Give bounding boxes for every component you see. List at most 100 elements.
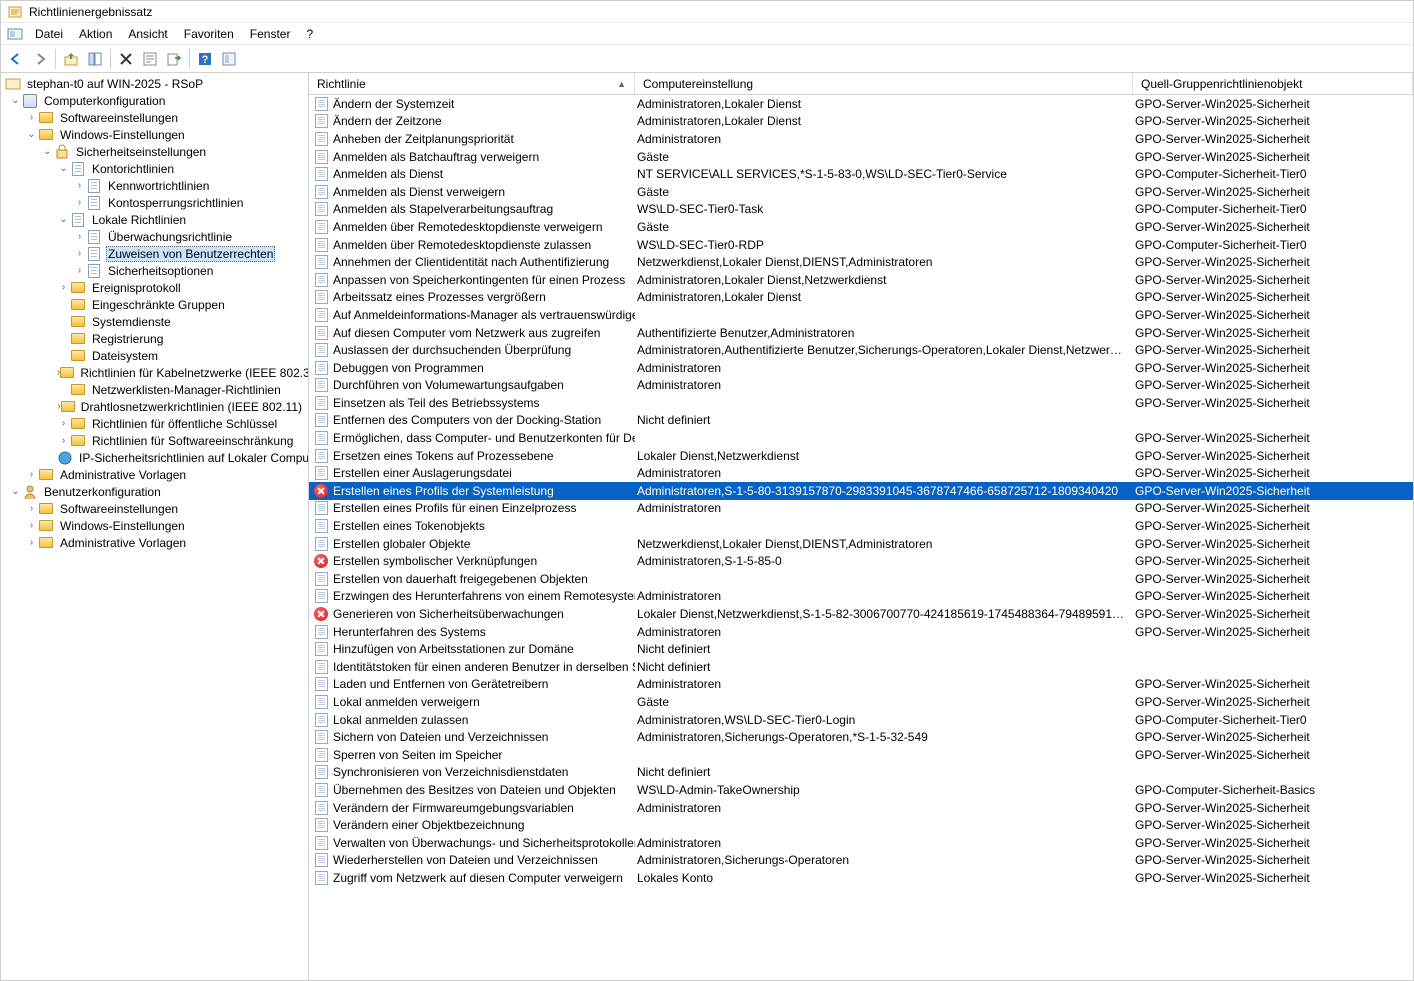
list-row[interactable]: Identitätstoken für einen anderen Benutz…: [309, 658, 1413, 676]
tree-item[interactable]: ⌄ Windows-Einstellungen: [1, 126, 308, 143]
column-header-gpo[interactable]: Quell-Gruppenrichtlinienobjekt: [1133, 73, 1413, 94]
list-row[interactable]: Annehmen der Clientidentität nach Authen…: [309, 253, 1413, 271]
list-row[interactable]: Anmelden als Batchauftrag verweigernGäst…: [309, 148, 1413, 166]
tree-user-rights[interactable]: › Zuweisen von Benutzerrechten: [1, 245, 308, 262]
tree-item[interactable]: › Softwareeinstellungen: [1, 500, 308, 517]
tree-item[interactable]: › Überwachungsrichtlinie: [1, 228, 308, 245]
list-row[interactable]: Erstellen eines Profils für einen Einzel…: [309, 500, 1413, 518]
tree-item[interactable]: ⌄ Lokale Richtlinien: [1, 211, 308, 228]
collapse-icon[interactable]: ⌄: [41, 146, 54, 157]
expand-icon[interactable]: ›: [25, 112, 38, 123]
collapse-icon[interactable]: ⌄: [9, 95, 22, 106]
tree-item[interactable]: Registrierung: [1, 330, 308, 347]
list-row[interactable]: Verwalten von Überwachungs- und Sicherhe…: [309, 834, 1413, 852]
tree-item[interactable]: IP-Sicherheitsrichtlinien auf Lokaler Co…: [1, 449, 308, 466]
delete-button[interactable]: [115, 48, 137, 70]
expand-icon[interactable]: ›: [73, 197, 86, 208]
refresh-button[interactable]: [218, 48, 240, 70]
tree-computer-config[interactable]: ⌄ Computerkonfiguration: [1, 92, 308, 109]
menu-aktion[interactable]: Aktion: [71, 25, 120, 43]
tree-item[interactable]: › Richtlinien für öffentliche Schlüssel: [1, 415, 308, 432]
tree-item[interactable]: › Administrative Vorlagen: [1, 534, 308, 551]
menu-hilfe[interactable]: ?: [298, 25, 321, 43]
list-row[interactable]: Sperren von Seiten im SpeicherGPO-Server…: [309, 746, 1413, 764]
list-row[interactable]: Anmelden als StapelverarbeitungsauftragW…: [309, 201, 1413, 219]
export-button[interactable]: [163, 48, 185, 70]
list-row[interactable]: Arbeitssatz eines Prozesses vergrößernAd…: [309, 289, 1413, 307]
list-row[interactable]: Entfernen des Computers von der Docking-…: [309, 412, 1413, 430]
list-row[interactable]: Erstellen eines TokenobjektsGPO-Server-W…: [309, 517, 1413, 535]
expand-icon[interactable]: ›: [73, 265, 86, 276]
list-row[interactable]: Hinzufügen von Arbeitsstationen zur Domä…: [309, 640, 1413, 658]
collapse-icon[interactable]: ⌄: [57, 163, 70, 174]
list-row[interactable]: Anmelden als DienstNT SERVICE\ALL SERVIC…: [309, 165, 1413, 183]
back-button[interactable]: [5, 48, 27, 70]
tree-item[interactable]: › Windows-Einstellungen: [1, 517, 308, 534]
list-row[interactable]: Übernehmen des Besitzes von Dateien und …: [309, 781, 1413, 799]
list-row[interactable]: Auf Anmeldeinformations-Manager als vert…: [309, 306, 1413, 324]
tree-item[interactable]: › Kennwortrichtlinien: [1, 177, 308, 194]
list-row[interactable]: Sichern von Dateien und VerzeichnissenAd…: [309, 728, 1413, 746]
expand-icon[interactable]: ›: [73, 231, 86, 242]
list-row[interactable]: Erstellen einer AuslagerungsdateiAdminis…: [309, 464, 1413, 482]
tree-item[interactable]: › Richtlinien für Softwareeinschränkung: [1, 432, 308, 449]
tree-item[interactable]: › Drahtlosnetzwerkrichtlinien (IEEE 802.…: [1, 398, 308, 415]
collapse-icon[interactable]: ⌄: [25, 129, 38, 140]
collapse-icon[interactable]: ⌄: [57, 214, 70, 225]
tree-item[interactable]: › Kontosperrungsrichtlinien: [1, 194, 308, 211]
list-row[interactable]: Anpassen von Speicherkontingenten für ei…: [309, 271, 1413, 289]
list-row[interactable]: Einsetzen als Teil des BetriebssystemsGP…: [309, 394, 1413, 412]
expand-icon[interactable]: ›: [25, 469, 38, 480]
list-row[interactable]: Synchronisieren von Verzeichnisdienstdat…: [309, 764, 1413, 782]
list-pane[interactable]: Richtlinie ▲ Computereinstellung Quell-G…: [309, 73, 1413, 980]
menu-datei[interactable]: Datei: [27, 25, 71, 43]
menu-fenster[interactable]: Fenster: [242, 25, 299, 43]
tree-item[interactable]: Eingeschränkte Gruppen: [1, 296, 308, 313]
tree-item[interactable]: Dateisystem: [1, 347, 308, 364]
expand-icon[interactable]: ›: [57, 435, 70, 446]
list-row[interactable]: Lokal anmelden verweigernGästeGPO-Server…: [309, 693, 1413, 711]
list-row[interactable]: Zugriff vom Netzwerk auf diesen Computer…: [309, 869, 1413, 887]
tree-item[interactable]: › Softwareeinstellungen: [1, 109, 308, 126]
list-row[interactable]: Anmelden als Dienst verweigernGästeGPO-S…: [309, 183, 1413, 201]
list-row[interactable]: Anheben der ZeitplanungsprioritätAdminis…: [309, 130, 1413, 148]
expand-icon[interactable]: ›: [25, 520, 38, 531]
list-row[interactable]: Erstellen von dauerhaft freigegebenen Ob…: [309, 570, 1413, 588]
list-row[interactable]: Debuggen von ProgrammenAdministratorenGP…: [309, 359, 1413, 377]
list-row[interactable]: Generieren von SicherheitsüberwachungenL…: [309, 605, 1413, 623]
expand-icon[interactable]: ›: [73, 180, 86, 191]
list-row[interactable]: Verändern der Firmwareumgebungsvariablen…: [309, 799, 1413, 817]
list-row[interactable]: Erstellen symbolischer VerknüpfungenAdmi…: [309, 552, 1413, 570]
list-row[interactable]: Erstellen eines Profils der Systemleistu…: [309, 482, 1413, 500]
tree-item[interactable]: › Ereignisprotokoll: [1, 279, 308, 296]
tree-item[interactable]: Netzwerklisten-Manager-Richtlinien: [1, 381, 308, 398]
tree-item[interactable]: ⌄ Kontorichtlinien: [1, 160, 308, 177]
help-button[interactable]: ?: [194, 48, 216, 70]
tree-item[interactable]: › Richtlinien für Kabelnetzwerke (IEEE 8…: [1, 364, 308, 381]
tree-item[interactable]: › Administrative Vorlagen: [1, 466, 308, 483]
list-row[interactable]: Durchführen von VolumewartungsaufgabenAd…: [309, 377, 1413, 395]
list-row[interactable]: Laden und Entfernen von GerätetreibernAd…: [309, 676, 1413, 694]
expand-icon[interactable]: ›: [25, 537, 38, 548]
properties-button[interactable]: [139, 48, 161, 70]
list-row[interactable]: Ermöglichen, dass Computer- und Benutzer…: [309, 429, 1413, 447]
forward-button[interactable]: [29, 48, 51, 70]
up-button[interactable]: [60, 48, 82, 70]
tree-item[interactable]: Systemdienste: [1, 313, 308, 330]
tree-root[interactable]: stephan-t0 auf WIN-2025 - RSoP: [1, 75, 308, 92]
menu-favoriten[interactable]: Favoriten: [176, 25, 242, 43]
list-row[interactable]: Erzwingen des Herunterfahrens von einem …: [309, 588, 1413, 606]
list-row[interactable]: Ersetzen eines Tokens auf ProzessebeneLo…: [309, 447, 1413, 465]
list-row[interactable]: Auslassen der durchsuchenden Überprüfung…: [309, 341, 1413, 359]
list-row[interactable]: Auf diesen Computer vom Netzwerk aus zug…: [309, 324, 1413, 342]
list-row[interactable]: Ändern der SystemzeitAdministratoren,Lok…: [309, 95, 1413, 113]
list-row[interactable]: Verändern einer ObjektbezeichnungGPO-Ser…: [309, 816, 1413, 834]
column-header-policy[interactable]: Richtlinie ▲: [309, 73, 635, 94]
tree-pane[interactable]: stephan-t0 auf WIN-2025 - RSoP ⌄ Compute…: [1, 73, 309, 980]
list-row[interactable]: Ändern der ZeitzoneAdministratoren,Lokal…: [309, 113, 1413, 131]
expand-icon[interactable]: ›: [73, 248, 86, 259]
column-header-setting[interactable]: Computereinstellung: [635, 73, 1133, 94]
tree-item[interactable]: ⌄ Sicherheitseinstellungen: [1, 143, 308, 160]
tree-user-config[interactable]: ⌄ Benutzerkonfiguration: [1, 483, 308, 500]
tree-item[interactable]: › Sicherheitsoptionen: [1, 262, 308, 279]
